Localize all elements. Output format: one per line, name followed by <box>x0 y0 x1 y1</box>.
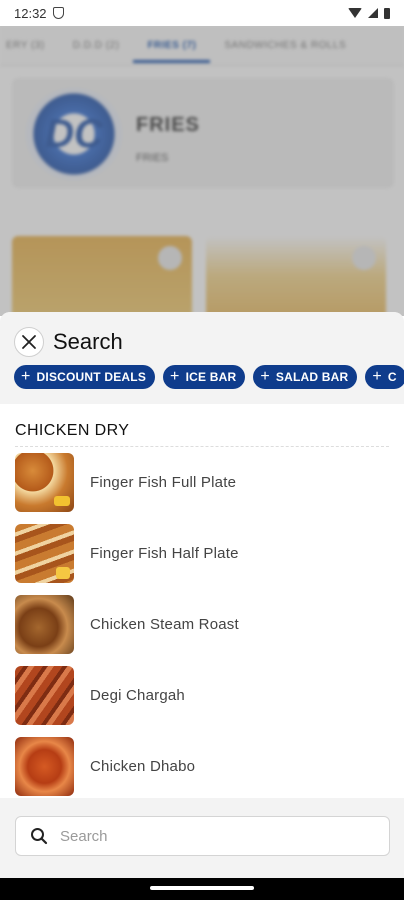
shield-icon <box>52 7 64 19</box>
sheet-header: Search + DISCOUNT DEALS + ICE BAR + SALA… <box>0 312 404 404</box>
section-divider <box>15 446 389 447</box>
item-image <box>15 523 74 583</box>
list-item[interactable]: Finger Fish Half Plate <box>0 523 404 583</box>
sheet-title: Search <box>53 329 123 354</box>
list-item[interactable]: Chicken Steam Roast <box>0 594 404 654</box>
item-name: Chicken Steam Roast <box>90 615 239 633</box>
list-item[interactable]: Chicken Dhabo <box>0 736 404 796</box>
close-icon <box>22 335 36 349</box>
chip-more[interactable]: + C <box>365 365 404 389</box>
search-icon <box>31 828 48 845</box>
search-sheet: Search + DISCOUNT DEALS + ICE BAR + SALA… <box>0 312 404 878</box>
item-image <box>15 736 74 796</box>
item-image <box>15 452 74 512</box>
home-handle[interactable] <box>150 886 254 890</box>
item-image <box>15 665 74 725</box>
item-name: Finger Fish Half Plate <box>90 544 239 562</box>
plus-icon: + <box>170 368 180 385</box>
chip-salad-bar[interactable]: + SALAD BAR <box>253 365 358 389</box>
chip-label: C <box>387 370 397 384</box>
item-name: Finger Fish Full Plate <box>90 473 237 491</box>
system-nav-bar <box>0 878 404 900</box>
chip-label: DISCOUNT DEALS <box>36 370 147 384</box>
plus-icon: + <box>372 368 382 385</box>
item-image <box>15 594 74 654</box>
status-bar: 12:32 <box>0 0 404 26</box>
search-input[interactable] <box>60 827 360 845</box>
list-item[interactable]: Degi Chargah <box>0 665 404 725</box>
battery-icon <box>384 7 390 19</box>
chip-label: SALAD BAR <box>275 370 349 384</box>
signal-icon <box>368 8 378 18</box>
plus-icon: + <box>260 368 270 385</box>
category-chips: + DISCOUNT DEALS + ICE BAR + SALAD BAR +… <box>14 365 404 389</box>
search-footer <box>0 798 404 878</box>
chip-label: ICE BAR <box>185 370 237 384</box>
results-list: CHICKEN DRY Finger Fish Full Plate Finge… <box>0 404 404 798</box>
list-item[interactable]: Finger Fish Full Plate <box>0 452 404 512</box>
plus-icon: + <box>21 368 31 385</box>
status-time: 12:32 <box>14 5 47 21</box>
item-name: Chicken Dhabo <box>90 757 196 775</box>
status-icons <box>348 7 390 19</box>
section-title: CHICKEN DRY <box>15 422 130 439</box>
item-name: Degi Chargah <box>90 686 185 704</box>
scrim-overlay[interactable] <box>0 26 404 316</box>
close-button[interactable] <box>14 327 44 357</box>
chip-ice-bar[interactable]: + ICE BAR <box>163 365 246 389</box>
chip-discount-deals[interactable]: + DISCOUNT DEALS <box>14 365 156 389</box>
wifi-icon <box>348 8 362 18</box>
search-field[interactable] <box>15 816 390 856</box>
